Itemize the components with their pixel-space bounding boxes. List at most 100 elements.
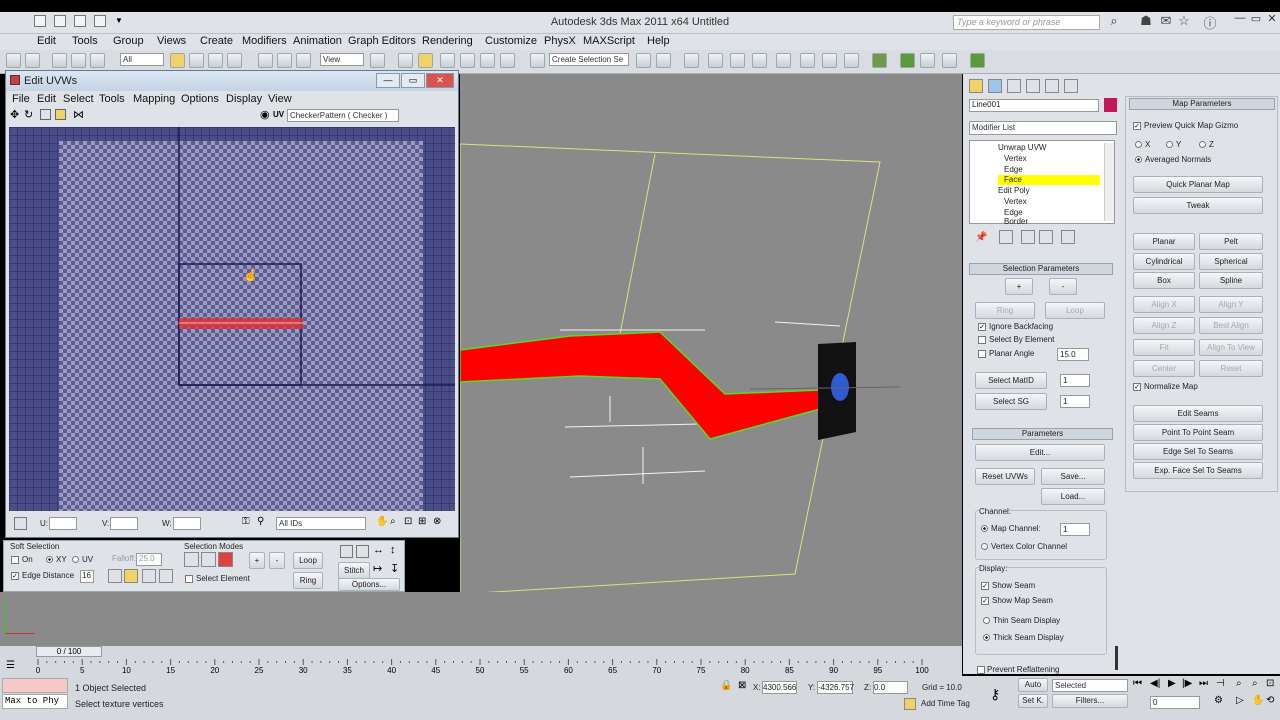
- search-input[interactable]: Type a keyword or phrase: [953, 15, 1100, 30]
- planar-angle-field[interactable]: 15.0: [1057, 348, 1089, 361]
- pan-view-icon[interactable]: ✋: [1252, 695, 1264, 706]
- save-file-icon[interactable]: [74, 15, 86, 27]
- uvw-menu-view[interactable]: View: [268, 93, 292, 105]
- key-filters-button[interactable]: Filters...: [1052, 694, 1128, 708]
- pivot-center-icon[interactable]: [370, 53, 385, 68]
- menu-views[interactable]: Views: [157, 35, 186, 47]
- select-element-checkbox[interactable]: [185, 575, 193, 583]
- menu-tools[interactable]: Tools: [72, 35, 98, 47]
- angle-snap-icon[interactable]: [460, 53, 475, 68]
- unlink-icon[interactable]: [71, 53, 86, 68]
- stack-face-selected[interactable]: Face: [998, 175, 1100, 185]
- weld-vertical-icon[interactable]: ↧: [390, 562, 399, 575]
- ring-selection-button[interactable]: Ring: [975, 302, 1035, 319]
- new-file-icon[interactable]: [34, 15, 46, 27]
- map-x-radio[interactable]: [1135, 141, 1142, 148]
- uvw-maximize-button[interactable]: ▭: [401, 73, 425, 88]
- undo-icon[interactable]: [94, 15, 106, 27]
- edge-distance-field[interactable]: 16: [80, 570, 94, 583]
- stack-scrollbar[interactable]: [1104, 143, 1114, 221]
- zoom-all-icon[interactable]: ⌕: [1252, 678, 1258, 689]
- loop-button[interactable]: Loop: [293, 552, 323, 569]
- selection-parameters-rollout[interactable]: Selection Parameters: [969, 263, 1113, 275]
- x-coord-field[interactable]: 4300.566: [762, 681, 797, 694]
- uvw-move-icon[interactable]: ✥: [10, 108, 19, 121]
- zoom-extents-icon[interactable]: ⊞: [418, 516, 426, 527]
- reference-coordinate-dropdown[interactable]: View: [320, 53, 364, 66]
- save-button[interactable]: Save...: [1041, 468, 1105, 485]
- time-tag-icon[interactable]: [904, 698, 916, 710]
- reset-uvws-button[interactable]: Reset UVWs: [975, 468, 1035, 485]
- stack-unwrap-uvw[interactable]: Unwrap UVW: [998, 143, 1046, 152]
- uvw-scale-icon[interactable]: [40, 109, 51, 120]
- menu-create[interactable]: Create: [200, 35, 233, 47]
- select-by-element-checkbox[interactable]: [978, 336, 986, 344]
- mini-curve-editor-icon[interactable]: ☰: [6, 660, 15, 671]
- open-file-icon[interactable]: [54, 15, 66, 27]
- uvw-mirror-icon[interactable]: ⋈: [73, 108, 84, 121]
- absolute-mode-icon[interactable]: ⊠: [738, 680, 746, 691]
- hierarchy-tab-icon[interactable]: [1007, 79, 1021, 93]
- fit-button[interactable]: Fit: [1133, 339, 1195, 356]
- zoom-viewport-icon[interactable]: ⌕: [1236, 678, 1242, 689]
- zoom-extents-viewport-icon[interactable]: ⊡: [1266, 678, 1274, 689]
- exp-face-sel-to-seams-button[interactable]: Exp. Face Sel To Seams: [1133, 462, 1263, 479]
- redo-scene-icon[interactable]: [25, 53, 40, 68]
- configure-modifier-sets-icon[interactable]: [1061, 230, 1075, 244]
- flip-horizontal-icon[interactable]: [340, 545, 353, 558]
- filter-selection-icon[interactable]: ⚲: [257, 516, 264, 527]
- layer-manager-icon[interactable]: [684, 53, 699, 68]
- center-button[interactable]: Center: [1133, 360, 1195, 377]
- stack-edit-poly[interactable]: Edit Poly: [998, 186, 1030, 195]
- uvw-menu-options[interactable]: Options: [181, 93, 219, 105]
- loop-selection-button[interactable]: Loop: [1045, 302, 1105, 319]
- stack-edge[interactable]: Edge: [1004, 165, 1023, 174]
- window-crossing-icon[interactable]: [227, 53, 242, 68]
- grow-button[interactable]: +: [1005, 278, 1033, 295]
- anim-next-frame-icon[interactable]: |▶: [1182, 678, 1192, 689]
- favorites-star-icon[interactable]: ☆: [1175, 13, 1193, 29]
- rendered-frame-window-icon[interactable]: [822, 53, 837, 68]
- named-selection-dropdown[interactable]: Create Selection Se: [549, 53, 629, 66]
- keyboard-shortcut-override-icon[interactable]: [418, 53, 433, 68]
- edge-mode-icon[interactable]: [201, 552, 216, 567]
- key-filter-dropdown[interactable]: Selected: [1052, 679, 1128, 692]
- soft-on-checkbox[interactable]: [11, 556, 19, 564]
- uvw-menu-select[interactable]: Select: [63, 93, 94, 105]
- box-button[interactable]: Box: [1133, 272, 1195, 289]
- menu-graph-editors[interactable]: Graph Editors: [348, 35, 416, 47]
- uvw-menu-display[interactable]: Display: [226, 93, 262, 105]
- z-coord-field[interactable]: 0.0: [873, 681, 908, 694]
- display-tab-icon[interactable]: [1045, 79, 1059, 93]
- communication-icon[interactable]: ✉: [1157, 13, 1175, 29]
- material-editor-icon[interactable]: [776, 53, 791, 68]
- time-slider[interactable]: 0 / 100: [36, 646, 102, 657]
- bind-space-warp-icon[interactable]: [90, 53, 105, 68]
- select-by-name-icon[interactable]: [189, 53, 204, 68]
- viewport-lower-area[interactable]: [0, 592, 962, 646]
- pelt-button[interactable]: Pelt: [1199, 233, 1263, 250]
- anim-prev-frame-icon[interactable]: ◀|: [1150, 678, 1160, 689]
- quick-access-dropdown-icon[interactable]: ▼: [115, 16, 123, 25]
- shrink-button[interactable]: -: [1049, 278, 1077, 295]
- select-matid-button[interactable]: Select MatID: [975, 372, 1047, 389]
- select-manipulate-icon[interactable]: [398, 53, 413, 68]
- prevent-reflattening-checkbox[interactable]: [977, 666, 985, 674]
- texture-dropdown[interactable]: CheckerPattern ( Checker ): [287, 109, 399, 122]
- map-z-radio[interactable]: [1199, 141, 1206, 148]
- uv-editor-canvas[interactable]: ☝: [9, 127, 455, 511]
- select-link-icon[interactable]: [52, 53, 67, 68]
- zoom-region-icon[interactable]: ⊡: [404, 516, 412, 527]
- select-sg-button[interactable]: Select SG: [975, 393, 1047, 410]
- graphite-modeling-icon[interactable]: [708, 53, 723, 68]
- align-x-button[interactable]: Align X: [1133, 296, 1195, 313]
- edge-distance-checkbox[interactable]: ✓: [11, 572, 19, 580]
- menu-edit[interactable]: Edit: [37, 35, 56, 47]
- set-key-button[interactable]: Set K.: [1018, 694, 1048, 708]
- uvw-minimize-button[interactable]: —: [376, 73, 400, 88]
- pin-stack-icon[interactable]: 📌: [975, 232, 987, 243]
- align-icon[interactable]: [656, 53, 671, 68]
- uvw-menu-tools[interactable]: Tools: [99, 93, 125, 105]
- time-config-icon[interactable]: ⚙: [1214, 695, 1223, 706]
- quick-planar-map-button[interactable]: Quick Planar Map: [1133, 176, 1263, 193]
